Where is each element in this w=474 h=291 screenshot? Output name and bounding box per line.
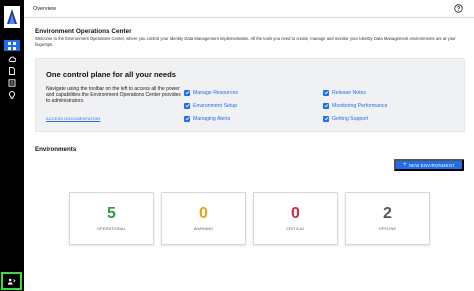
card-description: Navigate using the toolbar on the left t… [46,86,181,105]
environments-heading: Environments [35,146,77,153]
checkbox-checked-icon [323,115,329,122]
checklist-item[interactable]: Manage Resources [184,89,238,96]
sidebar-item-reports[interactable] [4,77,20,88]
cloud-icon [8,56,16,62]
sidebar-item-dashboard[interactable] [4,40,20,51]
checkbox-checked-icon [184,115,190,122]
product-logo-icon[interactable] [4,6,20,28]
checklist-link[interactable]: Manage Resources [193,90,238,96]
new-environment-label: NEW ENVIRONMENT [408,162,455,168]
checklist-item[interactable]: Monitoring Performance [323,102,387,109]
sidebar-item-insights[interactable] [4,89,20,100]
stat-card-operational[interactable]: 5 OPERATIONAL [69,192,154,245]
user-switch-icon [7,278,16,285]
checkbox-checked-icon [323,102,329,109]
stat-value: 0 [291,205,300,222]
stat-value: 5 [107,205,116,222]
stat-label: OFFLINE [378,227,397,231]
checklist-item[interactable]: Release Notes [323,89,387,96]
checkbox-checked-icon [184,102,190,109]
checklist-item[interactable]: Environment Setup [184,102,238,109]
stat-value: 2 [383,205,392,222]
stat-label: WARNING [193,227,214,231]
stat-card-offline[interactable]: 2 OFFLINE [345,192,430,245]
plus-icon: + [403,162,407,168]
document-icon [9,66,15,75]
intro-text: Welcome to the Environment Operations Ce… [35,36,456,47]
stat-value: 0 [199,205,208,222]
stat-card-critical[interactable]: 0 CRITICAL [253,192,338,245]
checklist-link[interactable]: Managing Alerts [193,116,230,122]
checkbox-checked-icon [323,89,329,96]
new-environment-button[interactable]: + NEW ENVIRONMENT [394,159,464,171]
dashboard-grid-icon [8,41,16,50]
user-switch-button[interactable] [1,272,22,290]
page-title: Environment Operations Center [35,28,132,35]
left-nav-rail [0,0,24,291]
card-headline: One control plane for all your needs [46,70,176,79]
breadcrumb: Overview [33,5,56,12]
top-header: Overview [24,0,474,18]
checklist-item[interactable]: Getting Support [323,115,387,122]
stat-label: CRITICAL [286,227,305,231]
sidebar-item-cloud[interactable] [4,53,20,64]
checklist-link[interactable]: Environment Setup [193,103,237,109]
checkbox-checked-icon [184,89,190,96]
checklist-right: Release Notes Monitoring Performance Get… [323,89,387,122]
lightbulb-icon [9,90,15,99]
checklist-item[interactable]: Managing Alerts [184,115,238,122]
stat-label: OPERATIONAL [97,227,126,231]
report-icon [8,78,16,87]
access-documentation-link[interactable]: ACCESS DOCUMENTATION [46,116,100,121]
stat-card-warning[interactable]: 0 WARNING [161,192,246,245]
help-circle-icon[interactable] [454,4,463,13]
checklist-left: Manage Resources Environment Setup Manag… [184,89,238,122]
control-plane-card: One control plane for all your needs Nav… [35,58,465,132]
checklist-link[interactable]: Getting Support [332,116,368,122]
checklist-link[interactable]: Release Notes [332,90,366,96]
checklist-link[interactable]: Monitoring Performance [332,103,387,109]
sidebar-item-documents[interactable] [4,65,20,76]
